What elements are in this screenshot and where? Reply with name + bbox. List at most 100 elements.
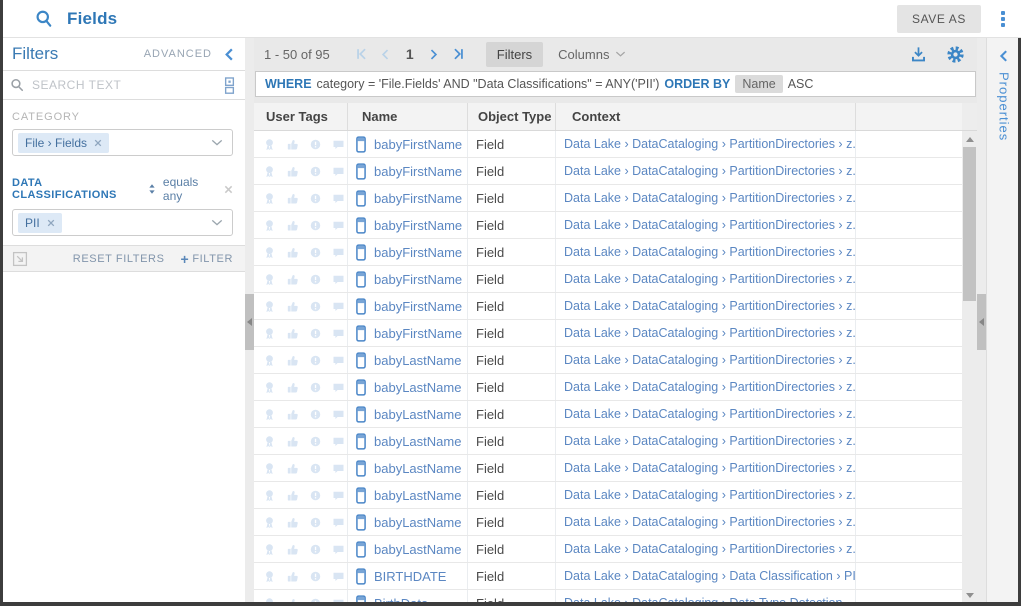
field-name-link[interactable]: babyLastName xyxy=(374,515,461,530)
operator-label[interactable]: equals any xyxy=(163,175,217,203)
field-name-link[interactable]: babyLastName xyxy=(374,542,461,557)
context-breadcrumb-link[interactable]: Data Lake › DataCataloging › PartitionDi… xyxy=(564,407,855,421)
table-row[interactable]: babyLastName Field Data Lake › DataCatal… xyxy=(254,374,962,401)
remove-filter-icon[interactable] xyxy=(224,185,233,194)
context-breadcrumb-link[interactable]: Data Lake › DataCataloging › PartitionDi… xyxy=(564,218,855,232)
table-row[interactable]: babyFirstName Field Data Lake › DataCata… xyxy=(254,239,962,266)
filters-toggle-button[interactable]: Filters xyxy=(486,42,543,67)
context-breadcrumb-link[interactable]: Data Lake › DataCataloging › PartitionDi… xyxy=(564,542,855,556)
blank-cell xyxy=(856,563,962,589)
field-name-link[interactable]: babyFirstName xyxy=(374,272,462,287)
scrollbar-track[interactable] xyxy=(962,131,977,606)
search-options-icon[interactable] xyxy=(224,76,235,95)
first-page-button[interactable] xyxy=(350,44,374,64)
field-name-link[interactable]: babyLastName xyxy=(374,353,461,368)
pii-chip-remove-icon[interactable] xyxy=(47,219,55,227)
context-breadcrumb-link[interactable]: Data Lake › DataCataloging › PartitionDi… xyxy=(564,191,855,205)
table-row[interactable]: babyFirstName Field Data Lake › DataCata… xyxy=(254,158,962,185)
add-filter-button[interactable]: + FILTER xyxy=(181,252,233,266)
table-row[interactable]: babyLastName Field Data Lake › DataCatal… xyxy=(254,428,962,455)
table-row[interactable]: babyLastName Field Data Lake › DataCatal… xyxy=(254,455,962,482)
properties-expand-icon[interactable] xyxy=(997,49,1011,63)
context-breadcrumb-link[interactable]: Data Lake › DataCataloging › PartitionDi… xyxy=(564,299,855,313)
operator-toggle-icon[interactable] xyxy=(148,183,156,195)
context-breadcrumb-link[interactable]: Data Lake › DataCataloging › PartitionDi… xyxy=(564,245,855,259)
field-name-link[interactable]: babyLastName xyxy=(374,407,461,422)
last-page-button[interactable] xyxy=(446,44,470,64)
table-row[interactable]: babyFirstName Field Data Lake › DataCata… xyxy=(254,131,962,158)
app-header: Fields SAVE AS xyxy=(0,0,1021,38)
name-cell: babyFirstName xyxy=(348,131,468,157)
context-breadcrumb-link[interactable]: Data Lake › DataCataloging › PartitionDi… xyxy=(564,353,855,367)
scroll-down-arrow-icon[interactable] xyxy=(966,593,974,598)
info-icon xyxy=(308,191,323,206)
table-row[interactable]: babyLastName Field Data Lake › DataCatal… xyxy=(254,536,962,563)
export-download-icon[interactable] xyxy=(909,45,928,64)
left-splitter-handle[interactable] xyxy=(245,294,254,350)
context-breadcrumb-link[interactable]: Data Lake › DataCataloging › PartitionDi… xyxy=(564,326,855,340)
field-object-icon xyxy=(356,163,366,180)
table-row[interactable]: babyFirstName Field Data Lake › DataCata… xyxy=(254,266,962,293)
settings-gear-icon[interactable] xyxy=(946,45,965,64)
advanced-link[interactable]: ADVANCED xyxy=(144,48,212,60)
field-name-link[interactable]: babyFirstName xyxy=(374,299,462,314)
table-row[interactable]: babyLastName Field Data Lake › DataCatal… xyxy=(254,509,962,536)
sidebar-collapse-icon[interactable] xyxy=(222,47,237,62)
field-name-link[interactable]: babyLastName xyxy=(374,434,461,449)
column-header-name[interactable]: Name xyxy=(348,103,468,130)
field-name-link[interactable]: babyLastName xyxy=(374,380,461,395)
context-breadcrumb-link[interactable]: Data Lake › DataCataloging › Data Classi… xyxy=(564,569,855,583)
more-menu-icon[interactable] xyxy=(995,9,1011,29)
search-text-input[interactable] xyxy=(32,78,216,92)
save-as-button[interactable]: SAVE AS xyxy=(897,5,981,33)
field-name-link[interactable]: babyFirstName xyxy=(374,137,462,152)
context-breadcrumb-link[interactable]: Data Lake › DataCataloging › PartitionDi… xyxy=(564,461,855,475)
category-select[interactable]: File › Fields xyxy=(12,129,233,156)
field-name-link[interactable]: babyFirstName xyxy=(374,164,462,179)
field-name-link[interactable]: BIRTHDATE xyxy=(374,569,446,584)
field-name-link[interactable]: babyLastName xyxy=(374,461,461,476)
reset-filters-button[interactable]: RESET FILTERS xyxy=(73,253,165,265)
object-type-text: Field xyxy=(476,569,504,584)
data-classifications-select[interactable]: PII xyxy=(12,209,233,236)
context-breadcrumb-link[interactable]: Data Lake › DataCataloging › PartitionDi… xyxy=(564,488,855,502)
info-icon xyxy=(308,326,323,341)
field-name-link[interactable]: babyFirstName xyxy=(374,326,462,341)
column-header-context[interactable]: Context xyxy=(556,103,856,130)
column-header-object-type[interactable]: Object Type xyxy=(468,103,556,130)
table-row[interactable]: babyFirstName Field Data Lake › DataCata… xyxy=(254,293,962,320)
column-header-user-tags[interactable]: User Tags xyxy=(254,103,348,130)
context-breadcrumb-link[interactable]: Data Lake › DataCataloging › PartitionDi… xyxy=(564,272,855,286)
blank-cell xyxy=(856,347,962,373)
field-name-link[interactable]: babyFirstName xyxy=(374,218,462,233)
category-chip-remove-icon[interactable] xyxy=(94,139,102,147)
table-row[interactable]: babyFirstName Field Data Lake › DataCata… xyxy=(254,185,962,212)
table-row[interactable]: babyFirstName Field Data Lake › DataCata… xyxy=(254,212,962,239)
query-segment-chip[interactable]: Name xyxy=(735,75,782,93)
field-name-link[interactable]: babyLastName xyxy=(374,488,461,503)
next-page-button[interactable] xyxy=(422,44,446,64)
table-row[interactable]: babyLastName Field Data Lake › DataCatal… xyxy=(254,401,962,428)
context-breadcrumb-link[interactable]: Data Lake › DataCataloging › PartitionDi… xyxy=(564,380,855,394)
context-breadcrumb-link[interactable]: Data Lake › DataCataloging › PartitionDi… xyxy=(564,515,855,529)
comment-icon xyxy=(331,299,346,314)
prev-page-button[interactable] xyxy=(374,44,398,64)
table-row[interactable]: babyLastName Field Data Lake › DataCatal… xyxy=(254,482,962,509)
properties-panel-tab[interactable]: Properties xyxy=(986,38,1021,606)
field-name-link[interactable]: babyFirstName xyxy=(374,191,462,206)
field-name-link[interactable]: babyFirstName xyxy=(374,245,462,260)
scrollbar-thumb[interactable] xyxy=(963,147,976,301)
context-breadcrumb-link[interactable]: Data Lake › DataCataloging › PartitionDi… xyxy=(564,137,855,151)
thumbs-up-icon xyxy=(285,488,300,503)
pop-out-icon[interactable] xyxy=(12,251,28,267)
context-breadcrumb-link[interactable]: Data Lake › DataCataloging › PartitionDi… xyxy=(564,434,855,448)
table-row[interactable]: babyFirstName Field Data Lake › DataCata… xyxy=(254,320,962,347)
table-row[interactable]: BIRTHDATE Field Data Lake › DataCatalogi… xyxy=(254,563,962,590)
table-row[interactable]: babyLastName Field Data Lake › DataCatal… xyxy=(254,347,962,374)
object-type-text: Field xyxy=(476,488,504,503)
context-cell: Data Lake › DataCataloging › PartitionDi… xyxy=(556,482,856,508)
scroll-up-arrow-icon[interactable] xyxy=(966,137,974,142)
context-breadcrumb-link[interactable]: Data Lake › DataCataloging › PartitionDi… xyxy=(564,164,855,178)
right-splitter-handle[interactable] xyxy=(977,294,986,350)
columns-dropdown-button[interactable]: Columns xyxy=(558,47,626,62)
